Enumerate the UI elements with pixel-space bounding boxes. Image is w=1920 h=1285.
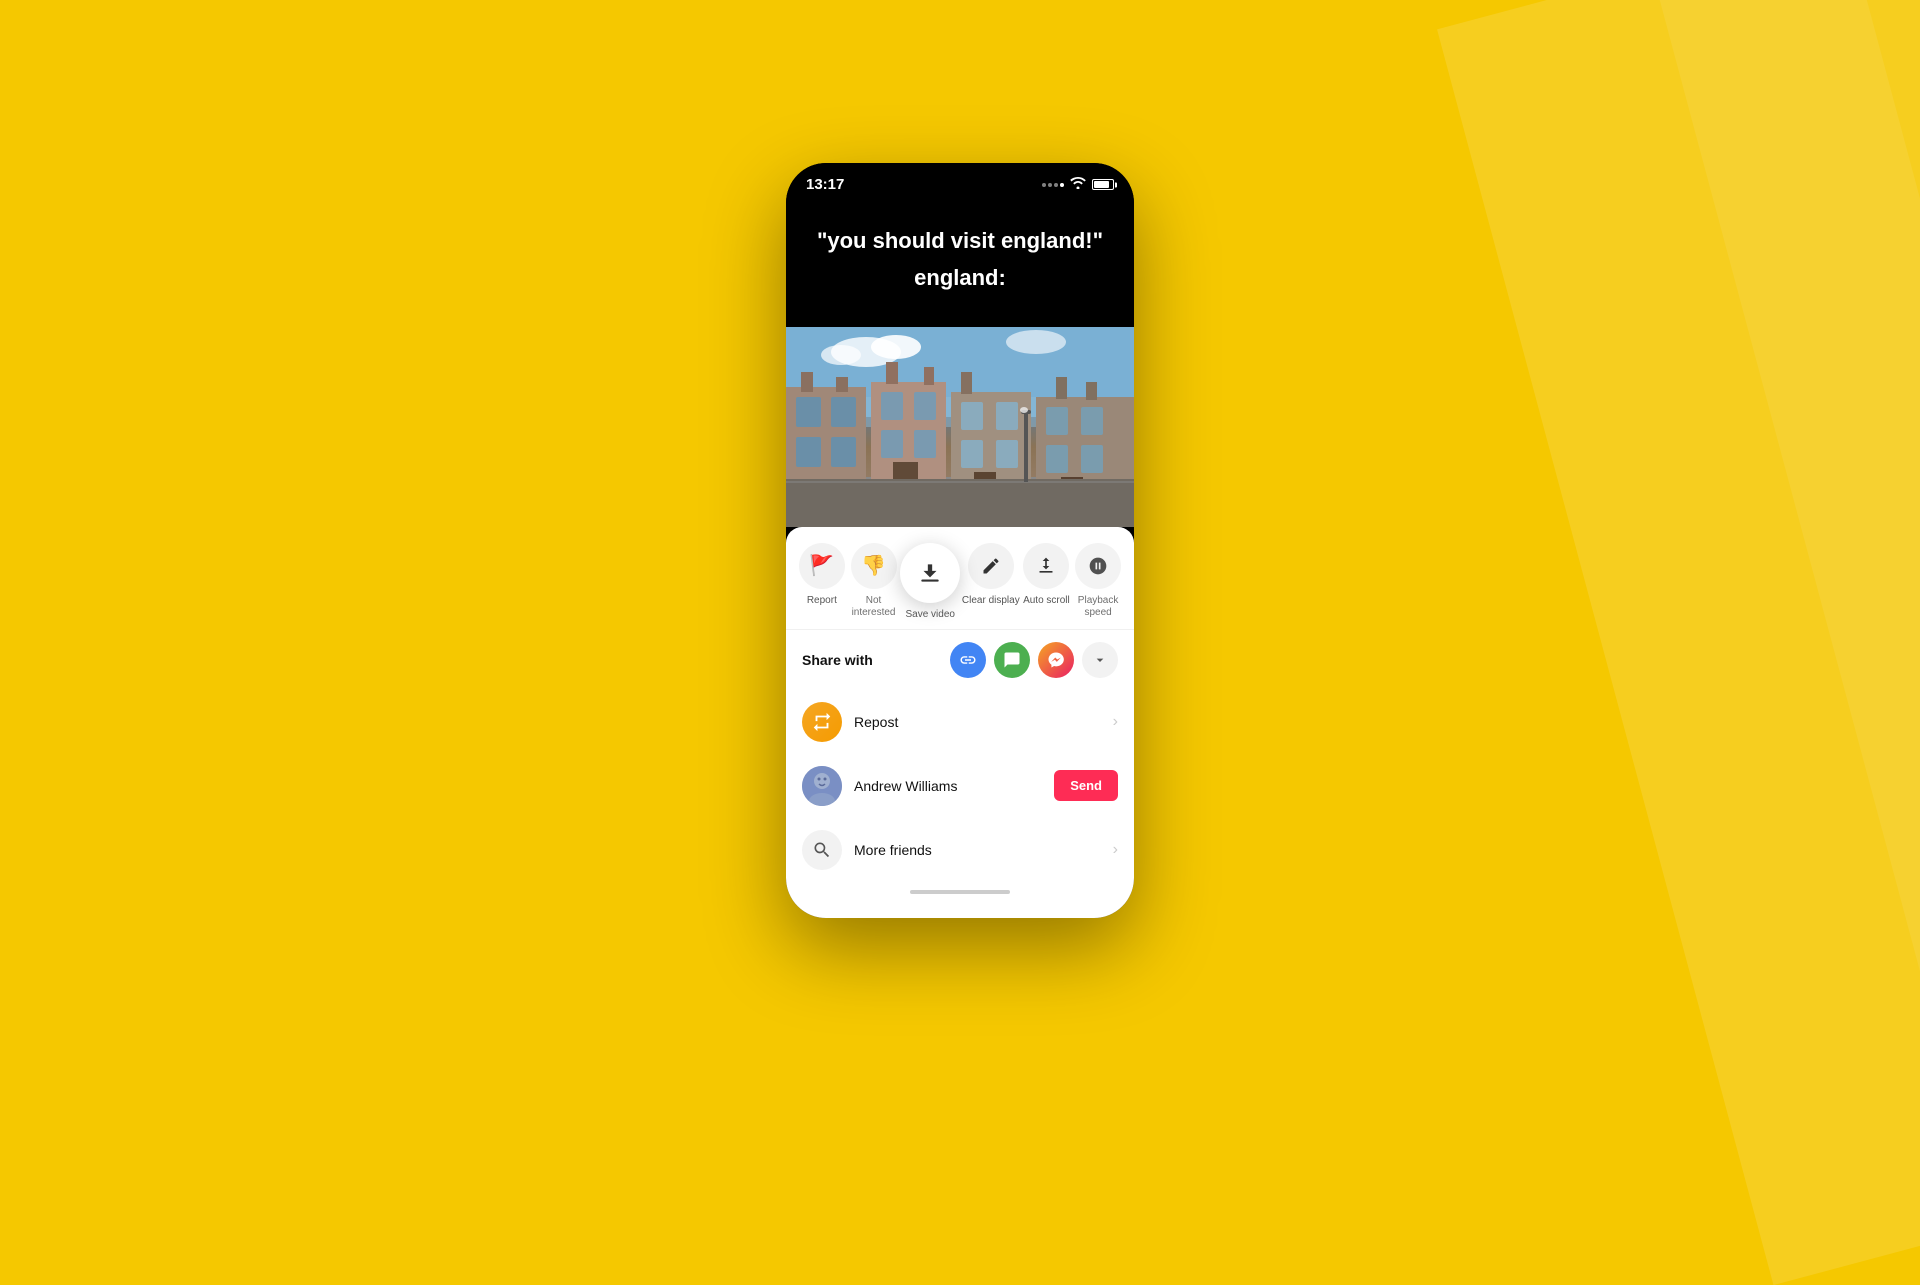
not-interested-icon: 👎	[851, 543, 897, 589]
report-icon: 🚩	[799, 543, 845, 589]
send-button[interactable]: Send	[1054, 770, 1118, 801]
status-time: 13:17	[806, 176, 844, 193]
playback-speed-label: Playbackspeed	[1078, 595, 1119, 619]
share-label: Share with	[802, 652, 940, 668]
share-icons	[950, 642, 1118, 678]
share-more-button[interactable]	[1082, 642, 1118, 678]
wifi-icon	[1070, 177, 1086, 192]
action-not-interested[interactable]: 👎 Notinterested	[849, 543, 899, 619]
street-scene-svg	[786, 327, 1134, 527]
report-label: Report	[807, 595, 837, 607]
actions-row: 🚩 Report 👎 Notinterested Save video	[786, 527, 1134, 630]
andrew-williams-avatar	[802, 766, 842, 806]
repost-icon	[802, 702, 842, 742]
battery-fill	[1094, 181, 1109, 188]
share-messenger-button[interactable]	[1038, 642, 1074, 678]
auto-scroll-label: Auto scroll	[1023, 595, 1070, 607]
share-row: Share with	[786, 630, 1134, 690]
battery-icon	[1092, 179, 1114, 190]
action-report[interactable]: 🚩 Report	[797, 543, 847, 607]
save-video-icon	[900, 543, 960, 603]
video-quote: "you should visit england!"	[786, 227, 1134, 256]
video-caption: england:	[786, 265, 1134, 291]
clear-display-label: Clear display	[962, 595, 1020, 607]
action-save-video[interactable]: Save video	[900, 543, 960, 621]
status-icons	[1042, 177, 1114, 192]
video-area[interactable]: "you should visit england!" england:	[786, 207, 1134, 527]
andrew-williams-name: Andrew Williams	[854, 778, 1042, 794]
not-interested-label: Notinterested	[852, 595, 896, 619]
share-message-button[interactable]	[994, 642, 1030, 678]
bottom-sheet: 🚩 Report 👎 Notinterested Save video	[786, 527, 1134, 918]
list-item-andrew-williams: Andrew Williams Send	[786, 754, 1134, 818]
video-image	[786, 327, 1134, 527]
clear-display-icon	[968, 543, 1014, 589]
auto-scroll-icon	[1023, 543, 1069, 589]
repost-chevron: ›	[1113, 713, 1118, 731]
more-friends-chevron: ›	[1113, 841, 1118, 859]
phone-container: 13:17 "you should visit england!" englan…	[786, 163, 1134, 918]
signal-icon	[1042, 183, 1064, 187]
repost-label: Repost	[854, 714, 1101, 730]
action-auto-scroll[interactable]: Auto scroll	[1021, 543, 1071, 607]
playback-speed-icon	[1075, 543, 1121, 589]
share-link-button[interactable]	[950, 642, 986, 678]
status-bar: 13:17	[786, 163, 1134, 207]
home-bar	[910, 890, 1010, 894]
save-video-label: Save video	[905, 609, 954, 621]
action-clear-display[interactable]: Clear display	[962, 543, 1020, 607]
more-friends-label: More friends	[854, 842, 1101, 858]
home-indicator	[786, 882, 1134, 894]
list-item-more-friends[interactable]: More friends ›	[786, 818, 1134, 882]
list-item-repost[interactable]: Repost ›	[786, 690, 1134, 754]
video-text-overlay: "you should visit england!" england:	[786, 227, 1134, 292]
search-icon-circle	[802, 830, 842, 870]
action-playback-speed[interactable]: Playbackspeed	[1073, 543, 1123, 619]
